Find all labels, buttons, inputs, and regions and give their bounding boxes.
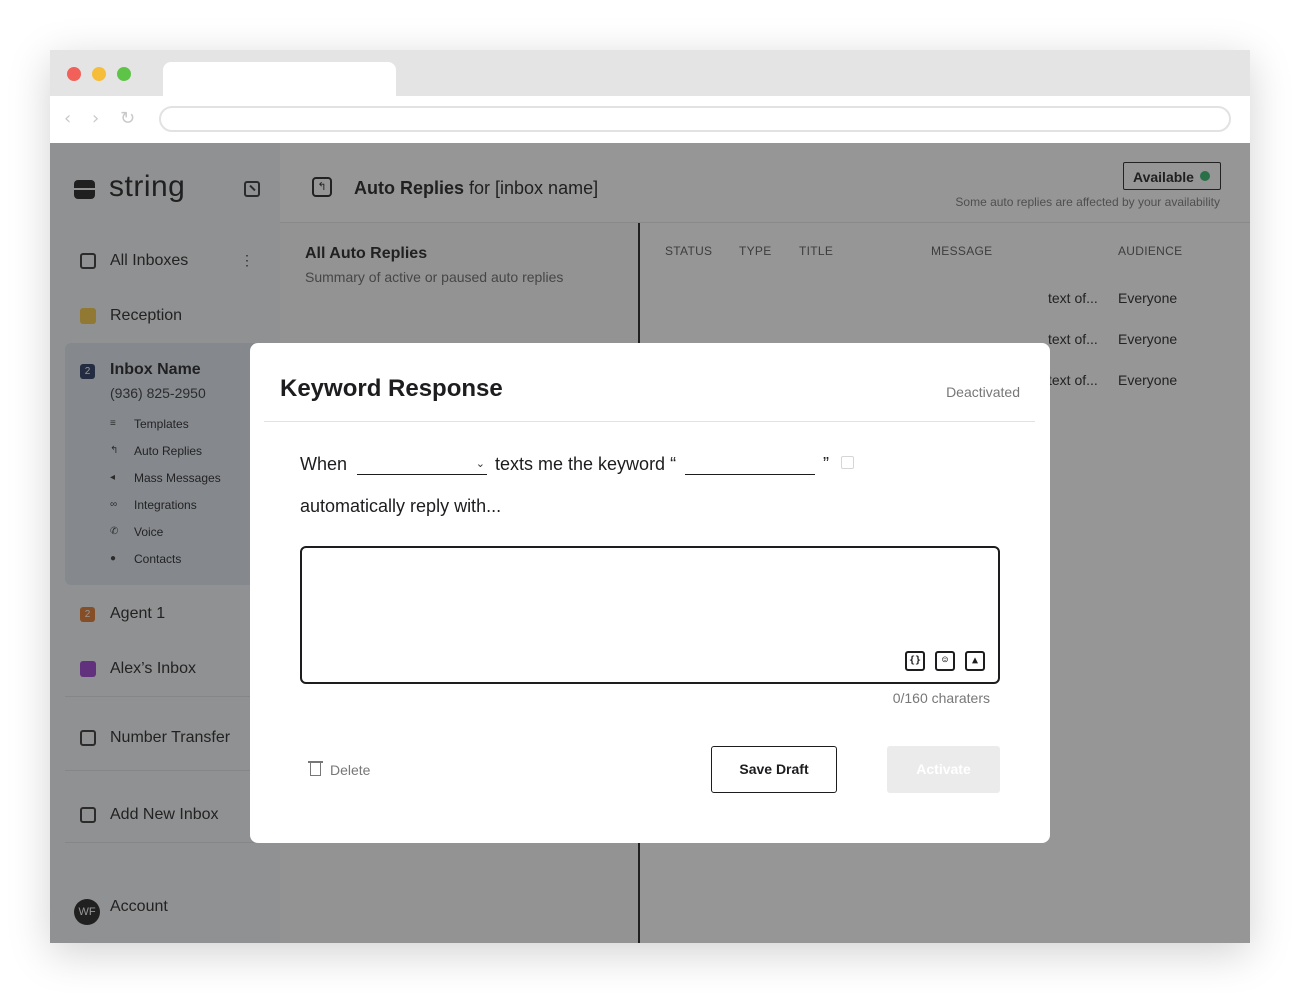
app: string All Inboxes ⋮ Reception 2 Inbox N… xyxy=(50,143,1250,943)
info-icon[interactable] xyxy=(841,456,854,469)
keyword-input[interactable] xyxy=(685,453,815,475)
modal-title: Keyword Response xyxy=(280,375,503,402)
auto-reply-label: automatically reply with... xyxy=(300,496,502,516)
when-label: When xyxy=(300,454,348,474)
browser-toolbar: ‹ › ↻ xyxy=(50,96,1250,143)
variable-icon[interactable]: {} xyxy=(905,651,925,671)
trash-icon xyxy=(308,761,323,776)
browser-titlebar xyxy=(50,50,1250,96)
image-icon[interactable]: ▲ xyxy=(965,651,985,671)
chevron-down-icon: ⌄ xyxy=(475,458,485,470)
emoji-icon[interactable]: ☺ xyxy=(935,651,955,671)
browser-window: ‹ › ↻ string All Inboxes ⋮ Reception 2 I… xyxy=(50,50,1250,943)
reply-message-textarea[interactable]: {} ☺ ▲ xyxy=(300,546,1000,684)
forward-icon[interactable]: › xyxy=(92,109,99,129)
sender-select[interactable]: ⌄ xyxy=(357,453,487,475)
status-badge: Deactivated xyxy=(946,384,1020,400)
delete-label: Delete xyxy=(330,762,371,778)
modal-divider xyxy=(264,421,1035,422)
browser-tab[interactable] xyxy=(163,62,396,96)
character-count: 0/160 charaters xyxy=(892,690,990,706)
keyword-label: texts me the keyword “ xyxy=(495,454,677,474)
address-bar[interactable] xyxy=(159,106,1231,132)
maximize-window-button[interactable] xyxy=(117,67,131,81)
close-window-button[interactable] xyxy=(67,67,81,81)
save-draft-button[interactable]: Save Draft xyxy=(711,746,837,793)
close-quote: ” xyxy=(823,454,829,474)
reload-icon[interactable]: ↻ xyxy=(120,109,135,129)
back-icon[interactable]: ‹ xyxy=(64,109,71,129)
keyword-response-modal: Keyword Response Deactivated When ⌄ text… xyxy=(250,343,1050,843)
activate-button[interactable]: Activate xyxy=(887,746,1000,793)
minimize-window-button[interactable] xyxy=(92,67,106,81)
